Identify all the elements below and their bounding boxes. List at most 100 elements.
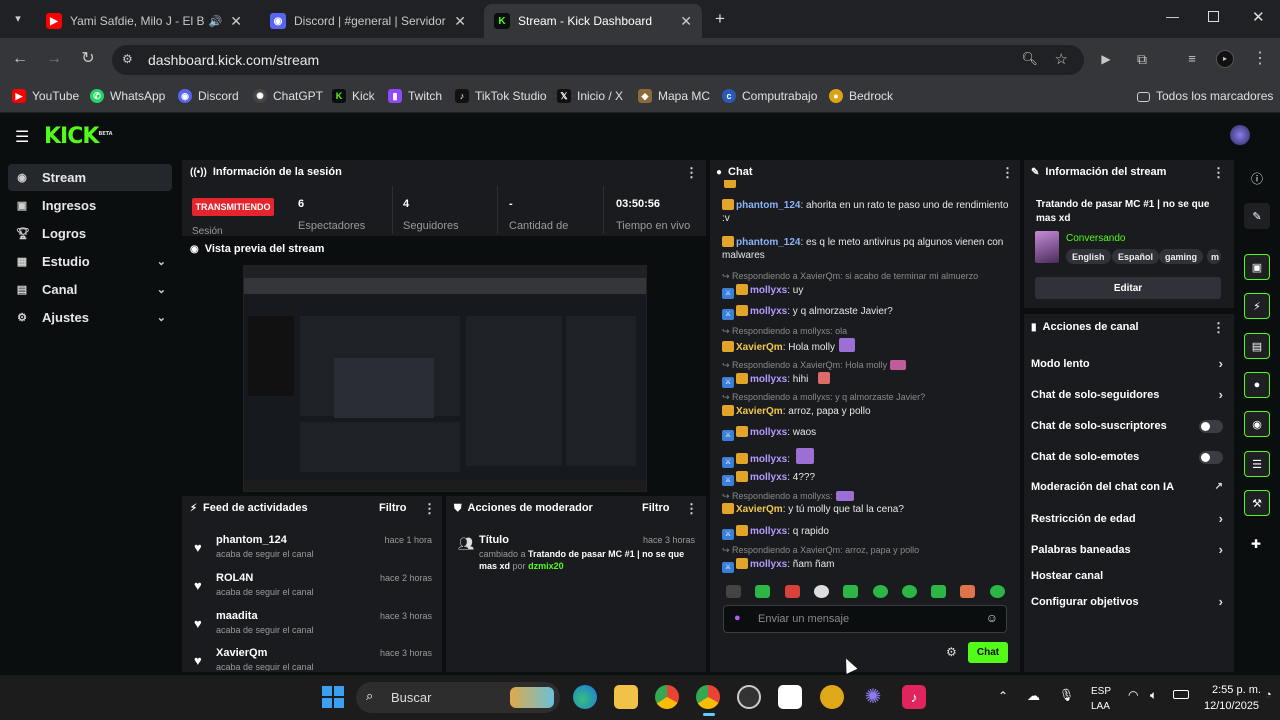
chat-username[interactable]: mollyxs <box>750 285 787 296</box>
volume-icon[interactable]: 🔈︎ <box>1150 688 1157 703</box>
add-widget-icon[interactable]: ✚ <box>1251 537 1261 551</box>
action-slow-mode[interactable]: Modo lento › <box>1031 356 1223 371</box>
category-name[interactable]: Conversando <box>1066 233 1125 244</box>
emote-icon[interactable] <box>785 585 800 598</box>
mod-action-user[interactable]: dzmix20 <box>528 561 564 571</box>
emote-icon[interactable] <box>843 585 858 598</box>
activity-user[interactable]: phantom_124 <box>216 534 287 546</box>
close-icon[interactable]: ✕ <box>680 13 692 30</box>
moderator-menu-icon[interactable]: ⋮ <box>685 501 698 517</box>
chat-username[interactable]: mollyxs <box>750 427 787 438</box>
menu-icon[interactable]: ⋮ <box>1250 49 1270 69</box>
chat-username[interactable]: XavierQm <box>736 342 783 353</box>
hamburger-menu-icon[interactable]: ☰ <box>15 127 29 147</box>
notification-icon[interactable]: ◔ <box>1265 689 1272 701</box>
profile-avatar[interactable]: ▸ <box>1216 50 1234 68</box>
action-followers-only[interactable]: Chat de solo-seguidores › <box>1031 387 1223 402</box>
edit-stream-button[interactable]: Editar <box>1035 277 1221 299</box>
star-icon[interactable]: ☆ <box>1055 50 1068 68</box>
chrome-profile-icon[interactable] <box>696 685 720 709</box>
cloud-icon[interactable]: ☁ <box>1027 688 1040 704</box>
sidebar-item-ajustes[interactable]: ⚙ Ajustes ⌄ <box>8 304 172 331</box>
emoji-icon[interactable]: ☺ <box>986 611 998 625</box>
document-rail-icon[interactable]: ▤ <box>1244 333 1270 359</box>
close-icon[interactable]: ✕ <box>454 13 466 30</box>
windows-start-icon[interactable] <box>322 686 344 708</box>
activity-user[interactable]: ROL4N <box>216 572 253 584</box>
bolt-rail-icon[interactable]: ⚡︎ <box>1244 293 1270 319</box>
bookmark-tiktok[interactable]: ♪ TikTok Studio <box>455 87 547 105</box>
bookmark-bedrock[interactable]: ● Bedrock <box>829 87 893 105</box>
broadcast-rail-icon[interactable]: ◉ <box>1244 411 1270 437</box>
bookmark-youtube[interactable]: ▶ YouTube <box>12 87 79 105</box>
coin-icon[interactable] <box>820 685 844 709</box>
file-explorer-icon[interactable] <box>614 685 638 709</box>
url-bar[interactable]: ⚙ dashboard.kick.com/stream 🔍︎ ☆ <box>112 45 1084 75</box>
maximize-button[interactable] <box>1208 11 1219 22</box>
zoom-icon[interactable]: 🔍︎ <box>1021 51 1038 67</box>
microphone-icon[interactable]: ● <box>734 612 741 624</box>
microphone-tray-icon[interactable]: 🎙︎ <box>1059 688 1074 702</box>
tab-search-button[interactable]: ▾ <box>8 9 28 29</box>
sidebar-item-stream[interactable]: ◉ Stream <box>8 164 172 191</box>
moderator-filter-button[interactable]: Filtro <box>642 502 670 514</box>
emote-icon[interactable] <box>814 585 829 598</box>
chat-username[interactable]: mollyxs <box>750 559 787 570</box>
bookmark-discord[interactable]: ◉ Discord <box>178 87 239 105</box>
bookmark-x[interactable]: 𝕏 Inicio / X <box>557 87 623 105</box>
emote-icon[interactable] <box>960 585 975 598</box>
subscribers-only-toggle[interactable] <box>1199 420 1223 433</box>
panels-rail-icon[interactable]: ☰ <box>1244 451 1270 477</box>
clock-date[interactable]: 12/10/2025 <box>1204 700 1259 712</box>
activity-menu-icon[interactable]: ⋮ <box>423 501 436 517</box>
close-window-button[interactable]: ✕ <box>1252 8 1265 26</box>
chrome-icon[interactable] <box>655 685 679 709</box>
tab-kick-dashboard[interactable]: K Stream - Kick Dashboard ✕ <box>484 4 702 38</box>
emote-icon[interactable] <box>902 585 917 598</box>
chat-menu-icon[interactable]: ⋮ <box>1001 165 1014 181</box>
sidebar-item-logros[interactable]: 🏆︎ Logros <box>8 220 172 247</box>
bookmark-whatsapp[interactable]: ✆ WhatsApp <box>90 87 165 105</box>
action-configure-goals[interactable]: Configurar objetivos › <box>1031 594 1223 609</box>
chat-message-input[interactable]: ● Enviar un mensaje ☺ <box>723 605 1007 633</box>
bookmark-computrabajo[interactable]: c Computrabajo <box>722 87 817 105</box>
back-icon[interactable]: ← <box>10 49 30 69</box>
capcut-icon[interactable] <box>778 685 802 709</box>
bookmark-mapa-mc[interactable]: ◆ Mapa MC <box>638 87 710 105</box>
all-bookmarks-folder[interactable]: Todos los marcadores <box>1137 87 1273 105</box>
emote-icon[interactable] <box>755 585 770 598</box>
tab-discord[interactable]: ◉ Discord | #general | Servidor De ✕ <box>260 4 476 38</box>
stream-preview-video[interactable] <box>243 265 647 492</box>
camera-rail-icon[interactable]: ▣ <box>1244 254 1270 280</box>
sidebar-item-canal[interactable]: ▤ Canal ⌄ <box>8 276 172 303</box>
reload-icon[interactable]: ↻ <box>78 49 98 69</box>
chat-username[interactable]: mollyxs <box>750 374 787 385</box>
sidebar-item-estudio[interactable]: ▦ Estudio ⌄ <box>8 248 172 275</box>
chat-settings-icon[interactable]: ⚙ <box>946 645 957 659</box>
chevron-up-icon[interactable]: ⌃ <box>998 689 1008 703</box>
tab-youtube[interactable]: ▶ Yami Safdie, Milo J - El Bolero 🔊 ✕ <box>36 4 252 38</box>
chat-username[interactable]: mollyxs <box>750 306 787 317</box>
chat-username[interactable]: mollyxs <box>750 454 787 465</box>
media-icon[interactable]: ▶ <box>1096 49 1116 69</box>
activity-user[interactable]: maadita <box>216 610 258 622</box>
wifi-icon[interactable]: ◠ <box>1128 688 1138 702</box>
action-banned-words[interactable]: Palabras baneadas › <box>1031 542 1223 557</box>
channel-actions-menu-icon[interactable]: ⋮ <box>1212 320 1225 336</box>
forward-icon[interactable]: → <box>44 49 64 69</box>
user-avatar[interactable] <box>1230 125 1250 145</box>
stream-info-menu-icon[interactable]: ⋮ <box>1212 165 1225 181</box>
keyboard-layout[interactable]: LAA <box>1091 701 1110 712</box>
chat-username[interactable]: phantom_124 <box>736 237 800 248</box>
sidebar-item-ingresos[interactable]: ▣ Ingresos <box>8 192 172 219</box>
session-menu-icon[interactable]: ⋮ <box>685 165 698 181</box>
extensions-icon[interactable]: ⧉ <box>1132 49 1152 69</box>
bookmark-twitch[interactable]: ▮ Twitch <box>388 87 442 105</box>
media-queue-icon[interactable]: ≡ <box>1182 49 1202 69</box>
chat-username[interactable]: phantom_124 <box>736 200 800 211</box>
edge-icon[interactable] <box>573 685 597 709</box>
close-icon[interactable]: ✕ <box>230 13 242 30</box>
react-icon[interactable]: ✺ <box>861 685 885 709</box>
obs-icon[interactable] <box>737 685 761 709</box>
emotes-only-toggle[interactable] <box>1199 451 1223 464</box>
